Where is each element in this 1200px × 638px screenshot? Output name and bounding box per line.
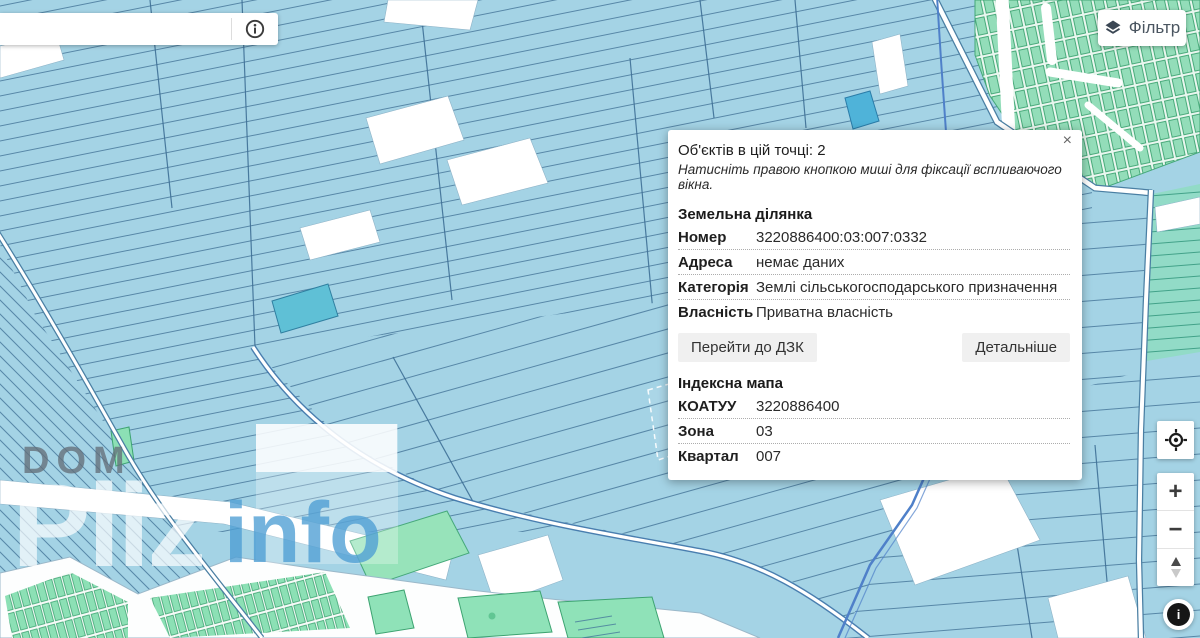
row-label: Власність <box>678 304 754 321</box>
table-row: Зона 03 <box>678 419 1070 444</box>
search-info-button[interactable] <box>232 13 278 45</box>
table-row: КОАТУУ 3220886400 <box>678 394 1070 419</box>
crosshair-icon <box>1164 429 1187 451</box>
search-bar <box>0 13 278 45</box>
land-parcel-heading: Земельна ділянка <box>678 206 813 223</box>
popup-close-button[interactable]: × <box>1063 132 1072 150</box>
table-row: Номер 3220886400:03:007:0332 <box>678 225 1070 250</box>
map-info-button[interactable]: i <box>1163 599 1194 630</box>
row-label: Зона <box>678 423 714 440</box>
info-icon <box>245 19 265 39</box>
table-row: Квартал 007 <box>678 444 1070 468</box>
filter-button-label: Фільтр <box>1128 18 1181 37</box>
zoom-slider-handle[interactable] <box>1157 549 1194 586</box>
row-label: Категорія <box>678 279 749 296</box>
table-row: Адреса немає даних <box>678 250 1070 275</box>
parcel-info-popup: × Об'єктів в цій точці: 2 Натисніть прав… <box>668 130 1082 480</box>
filter-button[interactable]: Фільтр <box>1098 10 1186 46</box>
row-value: Приватна власність <box>756 304 893 321</box>
row-label: Квартал <box>678 448 739 465</box>
index-map-heading: Індексна мапа <box>678 375 783 392</box>
row-value: Землі сільськогосподарського призначення <box>756 279 1058 296</box>
table-row: Категорія Землі сільськогосподарського п… <box>678 275 1070 300</box>
row-value: 007 <box>756 448 782 465</box>
search-input[interactable] <box>0 13 231 45</box>
row-label: КОАТУУ <box>678 398 737 415</box>
triangle-up-icon <box>1170 557 1181 566</box>
row-label: Номер <box>678 229 727 246</box>
row-value: немає даних <box>756 254 845 271</box>
row-label: Адреса <box>678 254 733 271</box>
row-value: 03 <box>756 423 773 440</box>
zoom-out-button[interactable]: − <box>1157 511 1194 549</box>
goto-dzk-button[interactable]: Перейти до ДЗК <box>678 333 817 362</box>
triangle-down-icon <box>1170 569 1181 578</box>
popup-objects-count: Об'єктів в цій точці: 2 <box>678 142 826 159</box>
info-icon: i <box>1167 603 1190 626</box>
layers-icon <box>1105 20 1121 34</box>
row-value: 3220886400:03:007:0332 <box>756 229 928 246</box>
map-view: DOM Pliz info Фільтр × Об'єктів в цій то… <box>0 0 1200 638</box>
locate-button[interactable] <box>1157 421 1194 459</box>
popup-hint: Натисніть правою кнопкою миші для фіксац… <box>678 162 1062 192</box>
zoom-control: + − <box>1157 473 1194 586</box>
row-value: 3220886400 <box>756 398 840 415</box>
zoom-in-button[interactable]: + <box>1157 473 1194 511</box>
popup-button-row: Перейти до ДЗК Детальніше <box>678 333 1070 362</box>
table-row: Власність Приватна власність <box>678 300 1070 324</box>
details-button[interactable]: Детальніше <box>962 333 1070 362</box>
